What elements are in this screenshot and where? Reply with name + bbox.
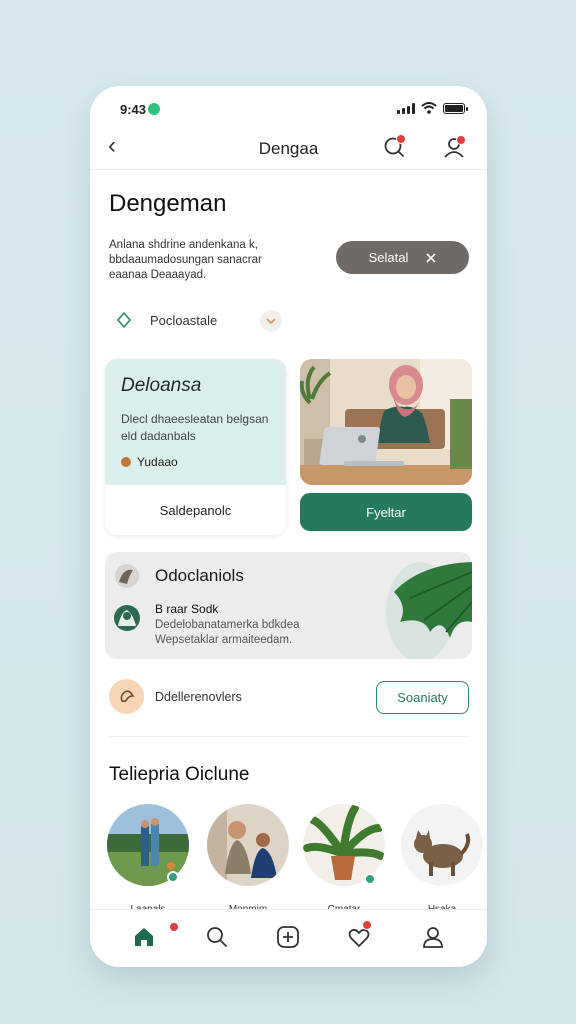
status-dot-icon (121, 457, 131, 467)
monstera-leaf-image (386, 562, 472, 659)
avatar[interactable] (401, 804, 483, 886)
list-item[interactable]: Ddellerenovlers Soaniaty (109, 679, 469, 715)
recording-indicator-icon (148, 103, 160, 115)
profile-button[interactable] (442, 134, 468, 160)
info-card[interactable]: Odoclaniols B raar Sodk Dedelobanatamerk… (105, 552, 472, 659)
phone-screen: 9:43 ‹ Dengaa Dengeman Anlana shdrine an… (90, 86, 487, 967)
page-title: Dengaa (258, 139, 319, 158)
info-card-text: Dedelobanatamerka bdkdea Wepsetaklar arm… (155, 619, 300, 646)
notification-badge (169, 922, 179, 932)
user-icon (423, 927, 443, 948)
feature-card-meta: Yudaao (121, 455, 270, 469)
select-button[interactable]: Selatal (336, 241, 469, 274)
wifi-icon (421, 102, 437, 114)
avatar (114, 605, 140, 631)
tab-home[interactable] (131, 922, 179, 950)
filter-expand-button[interactable] (260, 310, 282, 332)
list-item-button[interactable]: Soaniaty (376, 681, 469, 714)
status-time: 9:43 (120, 102, 147, 117)
search-button[interactable] (382, 134, 408, 160)
notification-badge (396, 134, 406, 144)
tab-add[interactable] (275, 924, 301, 950)
tab-favorites[interactable] (346, 920, 372, 950)
feature-card-meta-label: Yudaao (137, 455, 178, 469)
search-icon (207, 927, 227, 947)
avatar[interactable] (207, 804, 289, 886)
photo-card-image[interactable] (300, 359, 472, 485)
status-bar: 9:43 (90, 86, 487, 130)
list-item-label: Ddellerenovlers (155, 690, 242, 704)
primary-action-button[interactable]: Fyeltar (300, 493, 472, 531)
battery-icon (443, 102, 468, 114)
top-navigation: ‹ Dengaa (90, 130, 487, 170)
add-icon (277, 926, 299, 948)
info-card-title: Odoclaniols (155, 566, 244, 585)
online-indicator (364, 873, 376, 885)
tab-profile[interactable] (420, 924, 446, 950)
feature-card[interactable]: Deloansa Dlecl dhaeesleatan belgsan eld … (105, 359, 286, 535)
status-icons (397, 102, 468, 114)
feature-card-title: Deloansa (121, 375, 202, 396)
close-icon (426, 252, 436, 263)
notification-badge (362, 920, 372, 930)
tab-search[interactable] (204, 924, 230, 950)
hand-drawing-icon (115, 564, 139, 588)
online-indicator (167, 871, 179, 883)
info-card-subtitle: B raar Sodk (155, 602, 219, 616)
bottom-tab-bar (90, 909, 487, 967)
people-section-title: Teliepria Oiclune (109, 764, 250, 785)
select-button-label: Selatal (368, 250, 409, 265)
filter-label: Pocloastale (150, 312, 218, 328)
feature-card-body: Deloansa Dlecl dhaeesleatan belgsan eld … (105, 359, 286, 485)
home-icon (135, 928, 153, 946)
feature-card-text: Dlecl dhaeesleatan belgsan eld dadanbals (121, 412, 269, 443)
leaf-icon (117, 312, 131, 328)
woman-laptop-photo (300, 359, 472, 485)
hand-icon (109, 679, 144, 714)
people-carousel: Laapals Monmim Cmatar Hsaka (107, 804, 487, 915)
section-heading: Dengeman (109, 190, 227, 217)
feature-card-button[interactable]: Saldepanolc (105, 485, 286, 535)
chevron-down-icon (266, 318, 276, 325)
divider (109, 736, 469, 737)
notification-badge (456, 135, 466, 145)
signal-icon (397, 102, 415, 114)
header-description: Anlana shdrine andenkana k, bbdaaumadosu… (109, 239, 262, 281)
